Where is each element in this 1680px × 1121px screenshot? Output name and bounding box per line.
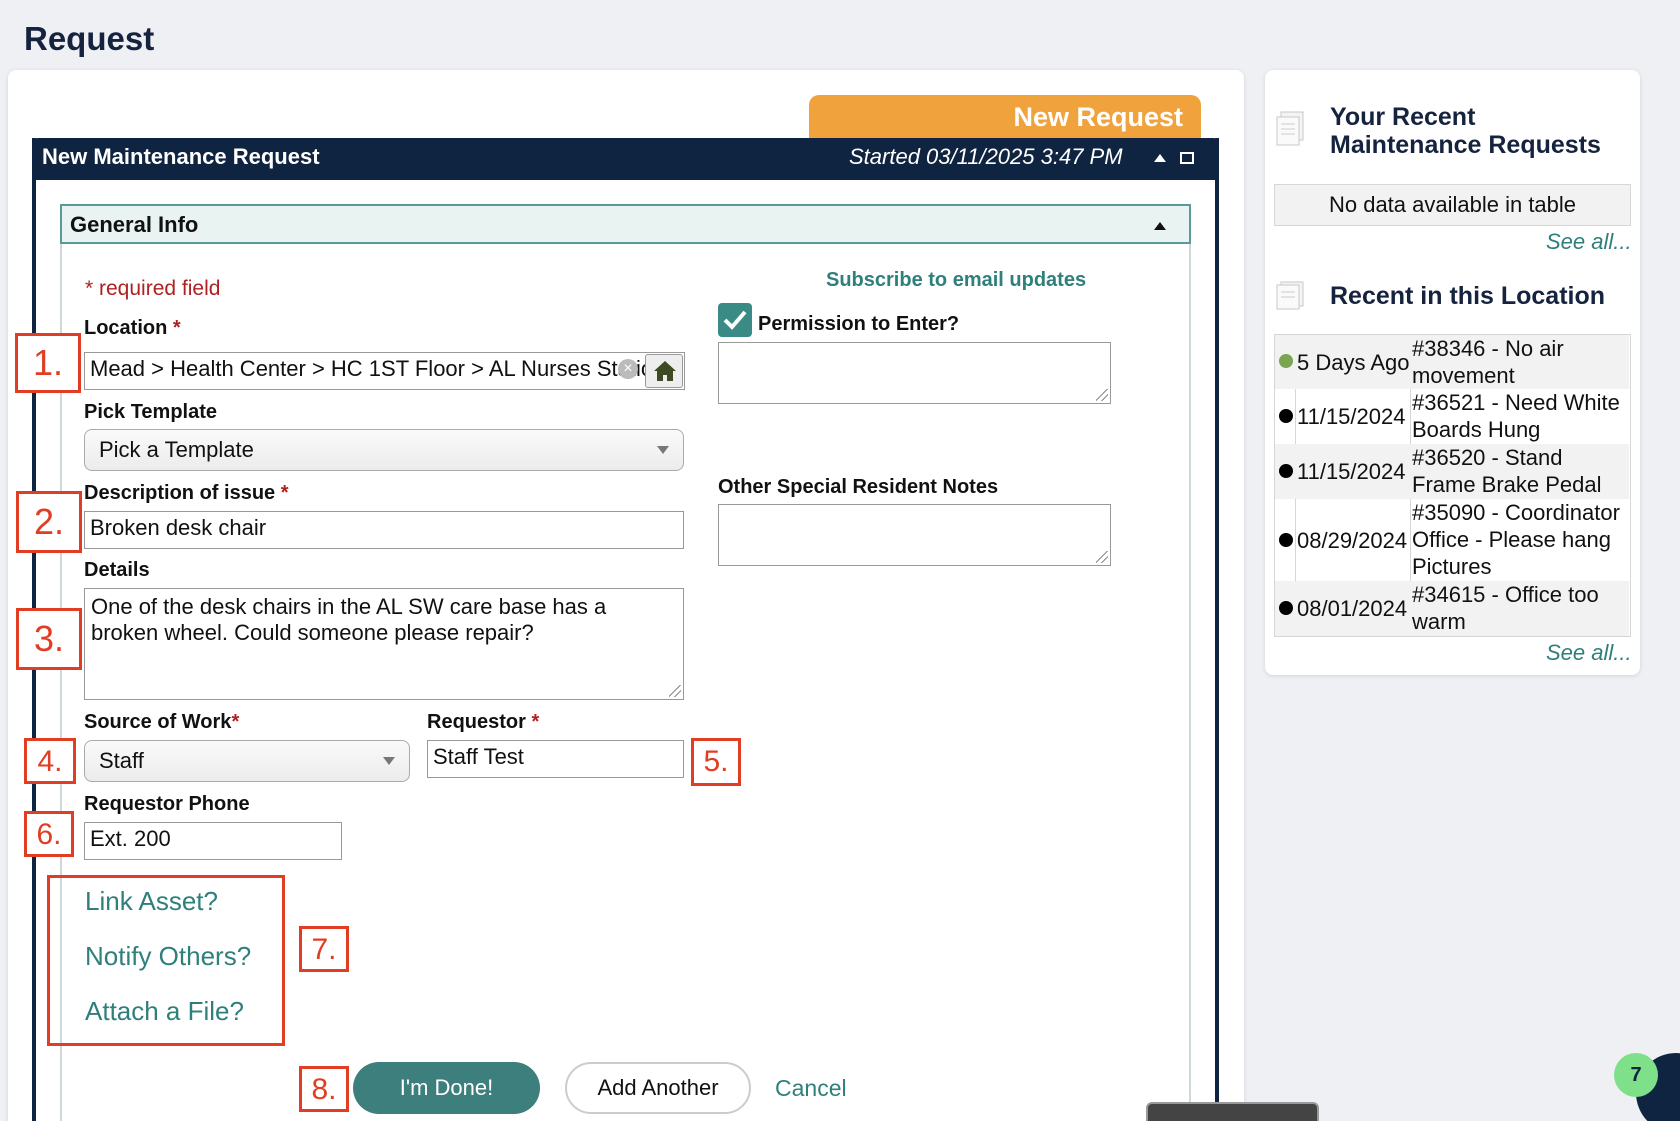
notification-badge[interactable]: 7 (1614, 1053, 1658, 1097)
recent-requests-heading: Your Recent Maintenance Requests (1330, 103, 1601, 159)
required-field-note: * required field (85, 277, 221, 300)
source-of-work-value: Staff (99, 748, 144, 773)
table-row[interactable]: 08/29/2024 #35090 - Coordinator Office -… (1275, 499, 1629, 581)
im-done-button[interactable]: I'm Done! (353, 1062, 540, 1114)
details-textarea[interactable]: One of the desk chairs in the AL SW care… (84, 588, 684, 700)
annotation-6: 6. (24, 811, 74, 857)
resize-handle-icon[interactable] (669, 685, 681, 697)
general-info-header[interactable]: General Info (60, 204, 1191, 244)
subscribe-email-link[interactable]: Subscribe to email updates (826, 269, 1086, 292)
requestor-label: Requestor * (427, 711, 540, 733)
row-description[interactable]: #35090 - Coordinator Office - Please han… (1412, 499, 1627, 580)
recent-location-heading: Recent in this Location (1330, 282, 1606, 310)
table-row[interactable]: 5 Days Ago #38346 - No air movement (1275, 335, 1629, 389)
location-input[interactable]: Mead > Health Center > HC 1ST Floor > AL… (84, 352, 685, 390)
permission-textarea[interactable] (718, 342, 1111, 404)
source-of-work-label: Source of Work* (84, 711, 240, 733)
row-description[interactable]: #36521 - Need White Boards Hung (1412, 389, 1627, 443)
pick-template-value: Pick a Template (99, 437, 254, 462)
section-title: General Info (70, 212, 199, 237)
description-label: Description of issue * (84, 482, 289, 504)
status-dot-icon (1279, 409, 1293, 423)
resident-notes-label: Other Special Resident Notes (718, 476, 999, 498)
status-dot-icon (1279, 464, 1293, 478)
row-description[interactable]: #36520 - Stand Frame Brake Pedal (1412, 444, 1627, 498)
description-input[interactable]: Broken desk chair (84, 511, 684, 549)
feedback-tab[interactable] (1146, 1102, 1319, 1121)
table-row[interactable]: 11/15/2024 #36521 - Need White Boards Hu… (1275, 389, 1629, 444)
see-all-link[interactable]: See all... (1546, 229, 1632, 255)
see-all-link[interactable]: See all... (1546, 640, 1632, 666)
table-row[interactable]: 08/01/2024 #34615 - Office too warm (1275, 581, 1629, 636)
annotation-8: 8. (299, 1066, 349, 1112)
requestor-input[interactable]: Staff Test (427, 740, 684, 778)
home-icon[interactable] (645, 354, 683, 388)
page-title: Request (24, 20, 155, 57)
resize-handle-icon[interactable] (1096, 551, 1108, 563)
status-dot-icon (1279, 354, 1293, 368)
location-label: Location * (84, 317, 181, 339)
resident-notes-textarea[interactable] (718, 504, 1111, 566)
pick-template-select[interactable]: Pick a Template (84, 429, 684, 471)
window-title: New Maintenance Request (42, 144, 320, 169)
requestor-phone-label: Requestor Phone (84, 793, 250, 815)
window-header: New Maintenance Request Started 03/11/20… (32, 138, 1219, 180)
started-timestamp: Started 03/11/2025 3:47 PM (849, 144, 1123, 169)
annotation-7: 7. (299, 926, 349, 972)
section-collapse-icon[interactable] (1154, 222, 1166, 230)
permission-checkbox[interactable] (718, 303, 752, 337)
popout-icon[interactable] (1180, 152, 1194, 164)
clear-icon[interactable]: × (618, 359, 638, 379)
collapse-icon[interactable] (1154, 154, 1166, 162)
status-dot-icon (1279, 533, 1293, 547)
document-icon (1275, 280, 1307, 318)
requestor-phone-input[interactable]: Ext. 200 (84, 822, 342, 860)
new-request-tab[interactable]: New Request (809, 95, 1201, 141)
details-text: One of the desk chairs in the AL SW care… (91, 594, 607, 645)
row-description[interactable]: #38346 - No air movement (1412, 335, 1627, 389)
row-date: 08/01/2024 (1297, 596, 1408, 621)
details-label: Details (84, 559, 150, 581)
annotation-2: 2. (16, 491, 82, 553)
status-dot-icon (1279, 601, 1293, 615)
no-data-message: No data available in table (1274, 184, 1631, 226)
table-row[interactable]: 11/15/2024 #36520 - Stand Frame Brake Pe… (1275, 444, 1629, 499)
annotation-1: 1. (15, 333, 81, 393)
row-date: 11/15/2024 (1297, 404, 1406, 429)
annotation-7-box (47, 875, 285, 1046)
source-of-work-select[interactable]: Staff (84, 740, 410, 782)
row-date: 5 Days Ago (1297, 350, 1410, 375)
resize-handle-icon[interactable] (1096, 389, 1108, 401)
pick-template-label: Pick Template (84, 401, 218, 423)
row-date: 08/29/2024 (1297, 528, 1408, 553)
annotation-4: 4. (24, 738, 76, 784)
annotation-5: 5. (691, 738, 741, 786)
chevron-down-icon (657, 446, 669, 454)
chevron-down-icon (383, 757, 395, 765)
annotation-3: 3. (16, 608, 82, 670)
row-date: 11/15/2024 (1297, 459, 1406, 484)
row-description[interactable]: #34615 - Office too warm (1412, 581, 1627, 635)
cancel-link[interactable]: Cancel (775, 1075, 847, 1102)
document-icon (1275, 110, 1307, 148)
recent-location-table: 5 Days Ago #38346 - No air movement 11/1… (1274, 334, 1631, 637)
permission-label: Permission to Enter? (758, 313, 960, 335)
add-another-button[interactable]: Add Another (565, 1062, 751, 1114)
